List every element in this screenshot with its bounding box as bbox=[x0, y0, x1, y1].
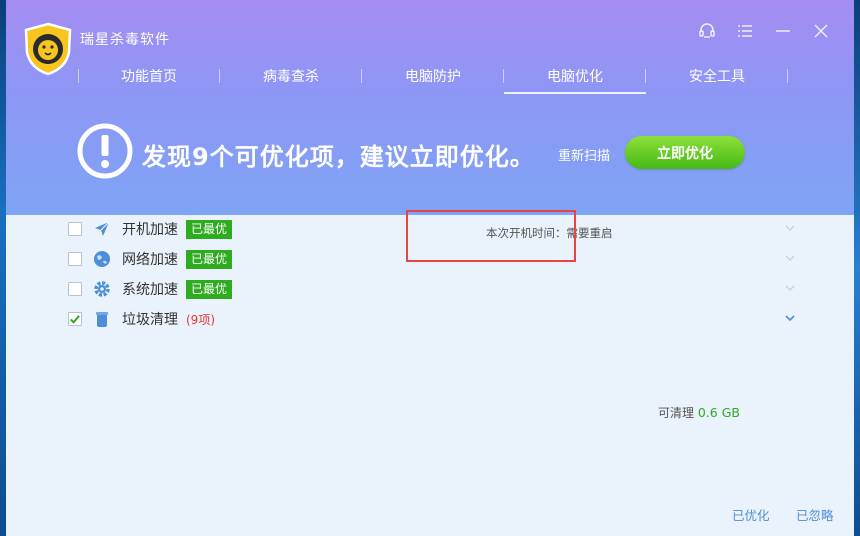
minimize-icon[interactable] bbox=[764, 18, 802, 44]
status-badge: 已最优 bbox=[186, 219, 233, 239]
support-headset-icon[interactable] bbox=[688, 18, 726, 44]
cleanable-size: 可清理 0.6 GB bbox=[658, 404, 740, 421]
main-nav: 功能首页 病毒查杀 电脑防护 电脑优化 安全工具 bbox=[78, 58, 788, 94]
cleanable-size-value: 0.6 GB bbox=[697, 405, 740, 420]
junk-count: (9项) bbox=[186, 312, 215, 327]
cleanable-label: 可清理 bbox=[658, 406, 695, 420]
status-badge: 已最优 bbox=[186, 249, 233, 269]
close-icon[interactable] bbox=[802, 18, 840, 44]
checkbox-system-speedup[interactable] bbox=[68, 282, 82, 296]
app-window: 瑞星杀毒软件 功能首页 病毒查杀 电脑防护 电脑优化 安全工具 发现9个可优化项… bbox=[6, 0, 854, 536]
menu-icon[interactable] bbox=[726, 18, 764, 44]
exclamation-circle-icon bbox=[77, 123, 133, 179]
header-banner: 瑞星杀毒软件 功能首页 病毒查杀 电脑防护 电脑优化 安全工具 发现9个可优化项… bbox=[6, 0, 854, 215]
gear-icon bbox=[92, 279, 112, 299]
tab-security-tools[interactable]: 安全工具 bbox=[646, 58, 788, 94]
list-item-boot-speedup: 开机加速 已最优 本次开机时间：需要重启 bbox=[68, 216, 808, 242]
list-item-junk-cleanup: 垃圾清理 (9项) 可清理 0.6 GB bbox=[68, 306, 808, 420]
chevron-down-icon[interactable] bbox=[784, 222, 796, 234]
trash-can-icon bbox=[92, 309, 112, 329]
checkmark-icon bbox=[70, 314, 80, 324]
list-item-system-speedup: 系统加速 已最优 bbox=[68, 276, 808, 302]
window-controls bbox=[688, 18, 840, 44]
chevron-down-icon[interactable] bbox=[784, 252, 796, 264]
rescan-link[interactable]: 重新扫描 bbox=[558, 145, 610, 164]
ignored-link[interactable]: 已忽略 bbox=[796, 505, 834, 524]
list-item-network-speedup: 网络加速 已最优 bbox=[68, 246, 808, 272]
item-label: 网络加速 bbox=[122, 252, 178, 268]
item-label: 垃圾清理 bbox=[122, 312, 178, 328]
paper-plane-icon bbox=[92, 219, 112, 239]
item-label: 系统加速 bbox=[122, 282, 178, 298]
tab-optimization[interactable]: 电脑优化 bbox=[504, 58, 646, 94]
boot-time-info: 本次开机时间：需要重启 bbox=[486, 226, 613, 240]
checkbox-boot-speedup[interactable] bbox=[68, 222, 82, 236]
optimized-link[interactable]: 已优化 bbox=[732, 505, 770, 524]
tab-protection[interactable]: 电脑防护 bbox=[362, 58, 504, 94]
status-badge: 已最优 bbox=[186, 279, 233, 299]
app-title: 瑞星杀毒软件 bbox=[80, 32, 170, 48]
scan-result-headline: 发现9个可优化项，建议立即优化。 bbox=[142, 143, 535, 171]
checkbox-junk-cleanup[interactable] bbox=[68, 312, 82, 326]
optimization-list: 开机加速 已最优 本次开机时间：需要重启 网络加速 已最优 系统加速 已最优 垃… bbox=[6, 215, 854, 536]
optimize-now-button[interactable]: 立即优化 bbox=[625, 136, 745, 169]
chevron-down-icon[interactable] bbox=[784, 282, 796, 294]
tab-virus-scan[interactable]: 病毒查杀 bbox=[220, 58, 362, 94]
checkbox-network-speedup[interactable] bbox=[68, 252, 82, 266]
item-label: 开机加速 bbox=[122, 222, 178, 238]
globe-icon bbox=[92, 249, 112, 269]
tab-home[interactable]: 功能首页 bbox=[78, 58, 220, 94]
lion-shield-logo bbox=[24, 22, 72, 76]
chevron-down-icon[interactable] bbox=[784, 312, 796, 324]
